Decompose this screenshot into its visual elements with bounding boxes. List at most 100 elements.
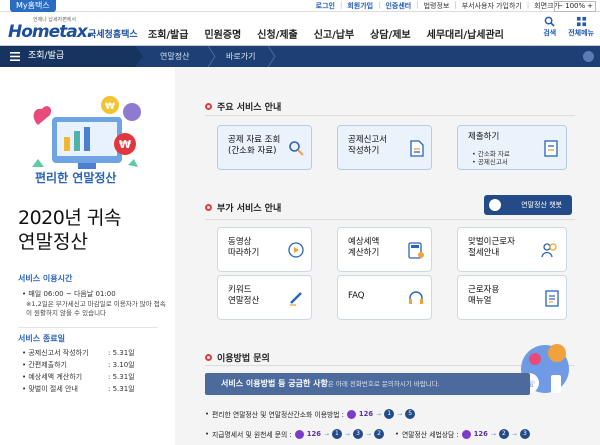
service-hours-line: • 매일 06:00 ~ 다음날 01:00 — [22, 290, 116, 298]
card-deduction-inquiry[interactable]: 공제 자료 조회 (간소화 자료) — [217, 125, 312, 170]
login-link[interactable]: 로그인 — [316, 1, 335, 11]
inquiry-label: 지급명세서 및 원천세 문의 : — [212, 431, 292, 439]
signup-link[interactable]: 회원가입 — [347, 1, 373, 11]
menu-step: 5 — [405, 409, 416, 419]
bullet-icon — [205, 204, 212, 211]
card-label: FAQ — [348, 291, 365, 301]
chatbot-button[interactable]: 연말정산 챗봇 — [484, 195, 572, 215]
gnb-item-agent[interactable]: 세무대리/납세관리 — [419, 26, 512, 41]
card-faq[interactable]: FAQ — [337, 275, 432, 320]
calculator-icon — [408, 242, 424, 259]
end-row-date-value: 5.31일 — [112, 349, 135, 357]
search-label: 검색 — [543, 29, 557, 37]
gnb-item-application[interactable]: 신청/제출 — [249, 26, 305, 41]
breadcrumb-separator-icon — [268, 46, 276, 67]
divider — [18, 327, 158, 328]
bullet-icon: • — [205, 410, 210, 418]
inquiry-banner: 서비스 이용방법 등 궁금한 사항은 아래 전화번호로 문의하시기 바랍니다. — [205, 373, 530, 395]
phone-number: 126 — [306, 430, 321, 438]
zoom-out-icon[interactable]: − — [557, 2, 563, 11]
headset-icon — [409, 291, 423, 304]
breadcrumb-separator-icon — [135, 46, 143, 67]
search-button[interactable]: 검색 — [543, 16, 556, 38]
utility-bar: My홈택스 로그인 | 회원가입 | 인증센터 | 법령정보 | 부서사용자 가… — [0, 0, 600, 12]
arrow-icon: → — [376, 410, 382, 418]
card-dual-income[interactable]: 맞벌이근로자 절세안내 — [457, 227, 567, 272]
divider: | — [339, 1, 343, 9]
utility-links: 로그인 | 회원가입 | 인증센터 | 법령정보 | 부서사용자 가입하기 | … — [316, 1, 560, 11]
card-label: 제출하기 — [468, 132, 500, 142]
end-row-label: 간편제출하기 — [28, 361, 67, 369]
logo-korean: 국세청홈택스 — [88, 30, 138, 40]
arrow-icon: → — [490, 430, 496, 438]
zoom-in-icon[interactable]: + — [587, 2, 593, 11]
gnb-item-certificate[interactable]: 민원증명 — [196, 26, 249, 41]
card-label: 동영상 따라하기 — [228, 237, 259, 259]
divider: | — [526, 1, 530, 9]
left-info-panel: ₩ ₩ 편리한 연말정산 2020년 귀속 연말정산 서비스 이용시간 • 매일… — [0, 67, 175, 445]
card-label-line2: 따라하기 — [228, 248, 260, 258]
card-video-guide[interactable]: 동영상 따라하기 — [217, 227, 312, 272]
play-icon — [288, 242, 304, 258]
gnb-item-consult[interactable]: 상담/제보 — [362, 26, 418, 41]
end-row: • 예상세액 계산하기: 5.31일 — [22, 373, 135, 381]
end-row-date-value: 3.10일 — [112, 361, 135, 369]
divider — [205, 115, 575, 116]
grid-icon — [576, 16, 586, 27]
zoom-level: 100% — [565, 2, 586, 10]
card-sublist: • 간소화 자료 • 공제신고서 — [472, 150, 510, 166]
arrow-icon: → — [511, 430, 517, 438]
gnb-item-inquiry[interactable]: 조회/발급 — [140, 26, 196, 41]
card-label-line1: 공제 자료 조회 — [228, 135, 281, 145]
law-info-link[interactable]: 법령정보 — [424, 1, 450, 11]
divider: | — [454, 1, 457, 9]
gnb-item-filing[interactable]: 신고/납부 — [306, 26, 362, 41]
menu-step: 1 — [331, 429, 342, 439]
zoom-control[interactable]: − 100% + — [554, 1, 596, 12]
chatbot-label: 연말정산 챗봇 — [521, 201, 562, 209]
breadcrumb-separator-icon — [208, 46, 216, 67]
phone-icon — [346, 409, 356, 419]
inquiry-line-withholding: • 지급명세서 및 원천세 문의 : 126 → 1 → 3 → 2 • 연말정… — [205, 429, 530, 439]
card-submit[interactable]: 제출하기 • 간소화 자료 • 공제신고서 — [457, 125, 567, 170]
banner-strong: 서비스 이용방법 등 궁금한 사항 — [221, 379, 328, 388]
bullet-icon: • — [205, 430, 210, 438]
card-manual[interactable]: 근로자용 매뉴얼 — [457, 275, 567, 320]
all-menu-label: 전체메뉴 — [568, 29, 594, 37]
document-icon — [410, 140, 424, 157]
page-title-year: 2020년 귀속 — [18, 207, 121, 229]
section-extra-services: 부가 서비스 안내 — [205, 201, 281, 214]
svg-text:₩: ₩ — [105, 102, 115, 112]
service-hours-value: 매일 06:00 ~ 다음날 01:00 — [28, 290, 116, 298]
end-row-label: 예상세액 계산하기 — [28, 373, 83, 381]
section-main-services: 주요 서비스 안내 — [205, 100, 281, 113]
section-title: 부가 서비스 안내 — [217, 204, 282, 214]
phone-number: 126 — [358, 410, 374, 418]
card-deduction-form[interactable]: 공제신고서 작성하기 — [337, 125, 432, 170]
all-menu-button[interactable]: 전체메뉴 — [568, 16, 594, 38]
arrow-icon: → — [344, 430, 350, 438]
breadcrumb-shortcut[interactable]: 바로가기 — [226, 46, 255, 67]
card-label: 근로자용 매뉴얼 — [468, 285, 499, 307]
phone-number: 126 — [473, 430, 488, 438]
inquiry-label: 편리한 연말정산 및 연말정산간소화 이용방법 : — [212, 411, 344, 419]
cert-center-link[interactable]: 인증센터 — [385, 1, 411, 11]
chatbot-icon — [489, 199, 501, 211]
location-bar: 조회/발급 연말정산 바로가기 — [0, 46, 600, 67]
my-hometax-tab[interactable]: My홈택스 — [10, 0, 56, 12]
chevron-down-icon[interactable] — [583, 51, 594, 62]
breadcrumb-yearend[interactable]: 연말정산 — [160, 46, 189, 67]
end-row: • 간편제출하기: 3.10일 — [22, 361, 135, 369]
section-title: 주요 서비스 안내 — [217, 103, 282, 113]
card-label-line1: 예상세액 — [348, 237, 380, 247]
card-tax-estimate[interactable]: 예상세액 계산하기 — [337, 227, 432, 272]
global-nav: 조회/발급 민원증명 신청/제출 신고/납부 상담/제보 세무대리/납세관리 — [140, 26, 512, 41]
header: 언제나 납세자편에서 Hometax. 국세청홈택스 조회/발급 민원증명 신청… — [0, 12, 600, 46]
card-keyword[interactable]: 키워드 연말정산 — [217, 275, 312, 320]
lnb-menu-button[interactable]: 조회/발급 — [0, 46, 135, 67]
page-title-main: 연말정산 — [18, 231, 88, 253]
dept-user-signup-link[interactable]: 부서사용자 가입하기 — [462, 1, 522, 11]
logo-wordmark: Hometax. — [8, 22, 93, 42]
svg-text:₩: ₩ — [119, 138, 131, 151]
pencil-icon — [290, 292, 302, 306]
